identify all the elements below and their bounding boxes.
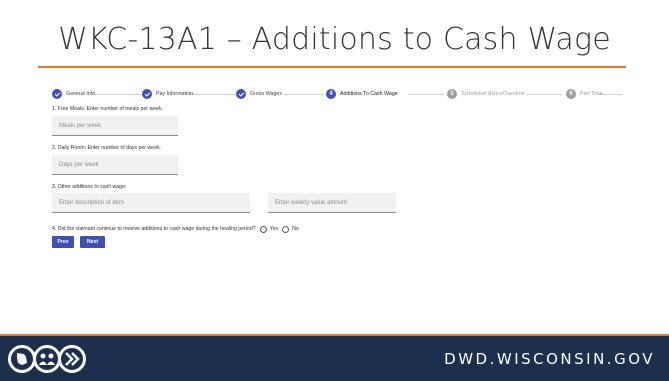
step-label: Scheduled Hours/Overtime [461,91,525,97]
step-number: 4 [326,89,336,99]
days-per-week-input[interactable]: Days per week [52,155,178,175]
wisconsin-state-icon [8,345,36,373]
step-number: 6 [566,89,576,99]
step-part-time[interactable]: 6 Part Time [566,88,603,100]
no-label: No [292,226,299,232]
step-number: 5 [447,89,457,99]
step-additions-to-cash-wage[interactable]: 4 Additions To Cash Wage [326,88,398,100]
step-gross-wages[interactable]: Gross Wages [236,88,282,100]
title-divider [38,66,626,68]
question-healing-period: 4. Did the claimant continue to receive … [52,226,256,232]
step-label: General Info [66,91,96,97]
stepper-connector [284,94,324,95]
footer-bar: DWD.WISCONSIN.GOV [0,336,669,381]
healing-period-question: 4. Did the claimant continue to receive … [52,224,299,234]
stepper-connector [190,94,235,95]
check-icon [52,89,62,99]
stepper-connector [95,94,141,95]
step-label: Gross Wages [250,91,282,97]
no-radio[interactable] [282,225,290,233]
weekly-value-input[interactable]: Enter weekly value amount [268,193,396,213]
progress-stepper: General Info Pay Information Gross Wages… [52,88,622,100]
stepper-connector [408,94,444,95]
check-icon [142,89,152,99]
step-label: Pay Information [156,91,194,97]
stepper-connector [526,94,562,95]
check-icon [236,89,246,99]
question-other-additions: 3. Other additions to cash wage: [52,184,127,190]
website-url: DWD.WISCONSIN.GOV [444,350,655,368]
step-general-info[interactable]: General Info [52,88,95,100]
question-free-meals: 1. Free Meals: Enter number of meals per… [52,106,164,112]
question-daily-room: 2. Daily Room: Enter number of days per … [52,145,161,151]
slide-title: WKC-13A1 – Additions to Cash Wage [58,22,611,57]
yes-radio[interactable] [259,225,267,233]
step-pay-information[interactable]: Pay Information [142,88,193,100]
meals-per-week-input[interactable]: Meals per week [52,116,178,136]
item-description-input[interactable]: Enter description of item [52,193,250,213]
step-label: Additions To Cash Wage [340,91,398,97]
prev-button[interactable]: Prev [52,236,74,248]
people-icon [33,345,61,373]
step-label: Part Time [580,91,603,97]
step-scheduled-hours[interactable]: 5 Scheduled Hours/Overtime [447,88,525,100]
dwd-logo [8,345,86,373]
forward-arrow-icon [58,345,86,373]
yes-label: Yes [269,226,279,232]
next-button[interactable]: Next [80,236,105,248]
